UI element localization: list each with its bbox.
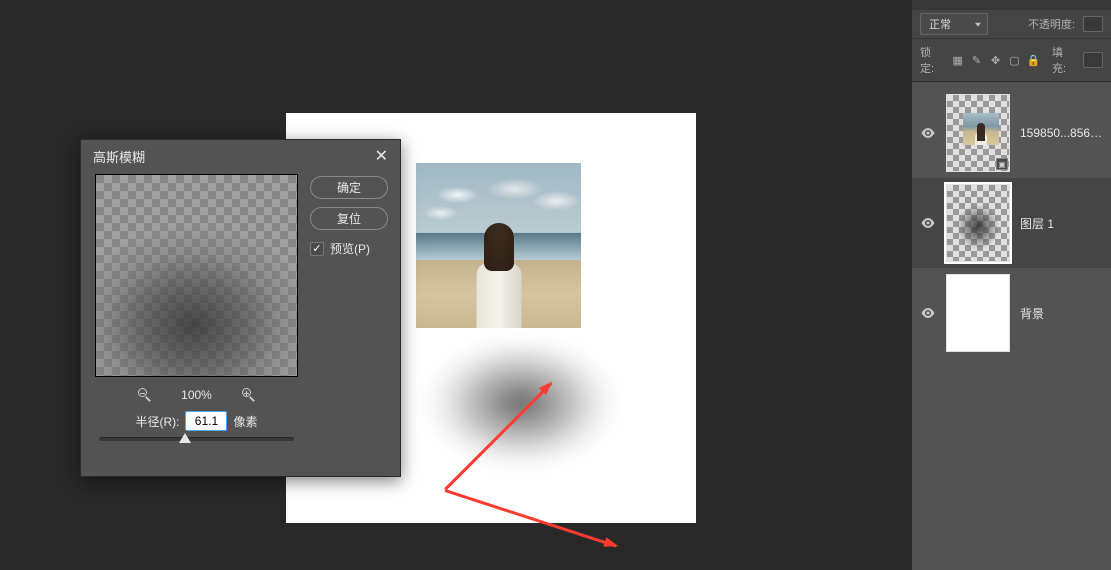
filter-preview[interactable]	[95, 174, 298, 377]
lock-move-icon[interactable]: ✥	[989, 54, 1002, 67]
fill-input[interactable]	[1083, 52, 1103, 68]
reset-button[interactable]: 复位	[310, 207, 388, 230]
preview-content	[96, 175, 297, 376]
zoom-in-icon[interactable]	[241, 387, 257, 403]
lock-all-icon[interactable]: 🔒	[1027, 54, 1040, 67]
lock-brush-icon[interactable]: ✎	[970, 54, 983, 67]
radius-input[interactable]	[185, 411, 227, 431]
dialog-title: 高斯模糊	[93, 147, 145, 166]
visibility-icon[interactable]	[920, 125, 936, 141]
photo-layer-render	[416, 163, 581, 328]
visibility-icon[interactable]	[920, 305, 936, 321]
layers-list: ▣ 159850...85656 图层 1 背景	[912, 82, 1111, 364]
ok-button[interactable]: 确定	[310, 176, 388, 199]
panel-drag-bar[interactable]	[912, 0, 1111, 10]
visibility-icon[interactable]	[920, 215, 936, 231]
preview-checkbox-row[interactable]: ✓ 预览(P)	[310, 238, 388, 257]
radius-label: 半径(R):	[135, 413, 179, 430]
layers-panel: 正常 不透明度: 锁定: ▦ ✎ ✥ ▢ 🔒 填充: ▣ 159850...85…	[911, 0, 1111, 570]
preview-checkbox-label: 预览(P)	[330, 240, 370, 257]
lock-artboard-icon[interactable]: ▢	[1008, 54, 1021, 67]
smudge-layer-render	[386, 298, 656, 508]
fill-label: 填充:	[1052, 44, 1077, 76]
layer-thumbnail[interactable]	[946, 184, 1010, 262]
opacity-label: 不透明度:	[1028, 16, 1075, 32]
zoom-percent: 100%	[175, 388, 219, 402]
layer-item[interactable]: 背景	[912, 268, 1111, 358]
close-icon[interactable]: ✕	[373, 146, 390, 166]
layer-name[interactable]: 背景	[1020, 305, 1103, 322]
checkbox-checked-icon[interactable]: ✓	[310, 242, 324, 256]
lock-transparent-icon[interactable]: ▦	[951, 54, 964, 67]
layer-name[interactable]: 图层 1	[1020, 215, 1103, 232]
gaussian-blur-dialog: 高斯模糊 ✕ 100% 半径(R): 像素	[80, 139, 401, 477]
lock-label: 锁定:	[920, 44, 945, 76]
zoom-out-icon[interactable]	[137, 387, 153, 403]
radius-slider[interactable]	[99, 437, 294, 441]
layer-item[interactable]: 图层 1	[912, 178, 1111, 268]
smart-object-icon: ▣	[996, 158, 1008, 170]
layer-item[interactable]: ▣ 159850...85656	[912, 88, 1111, 178]
radius-units: 像素	[233, 413, 257, 430]
opacity-input[interactable]	[1083, 16, 1103, 32]
layer-name[interactable]: 159850...85656	[1020, 126, 1103, 140]
slider-thumb[interactable]	[179, 433, 191, 443]
blend-mode-dropdown[interactable]: 正常	[920, 13, 988, 35]
layer-thumbnail[interactable]	[946, 274, 1010, 352]
layer-thumbnail[interactable]: ▣	[946, 94, 1010, 172]
dialog-titlebar[interactable]: 高斯模糊 ✕	[81, 140, 400, 172]
